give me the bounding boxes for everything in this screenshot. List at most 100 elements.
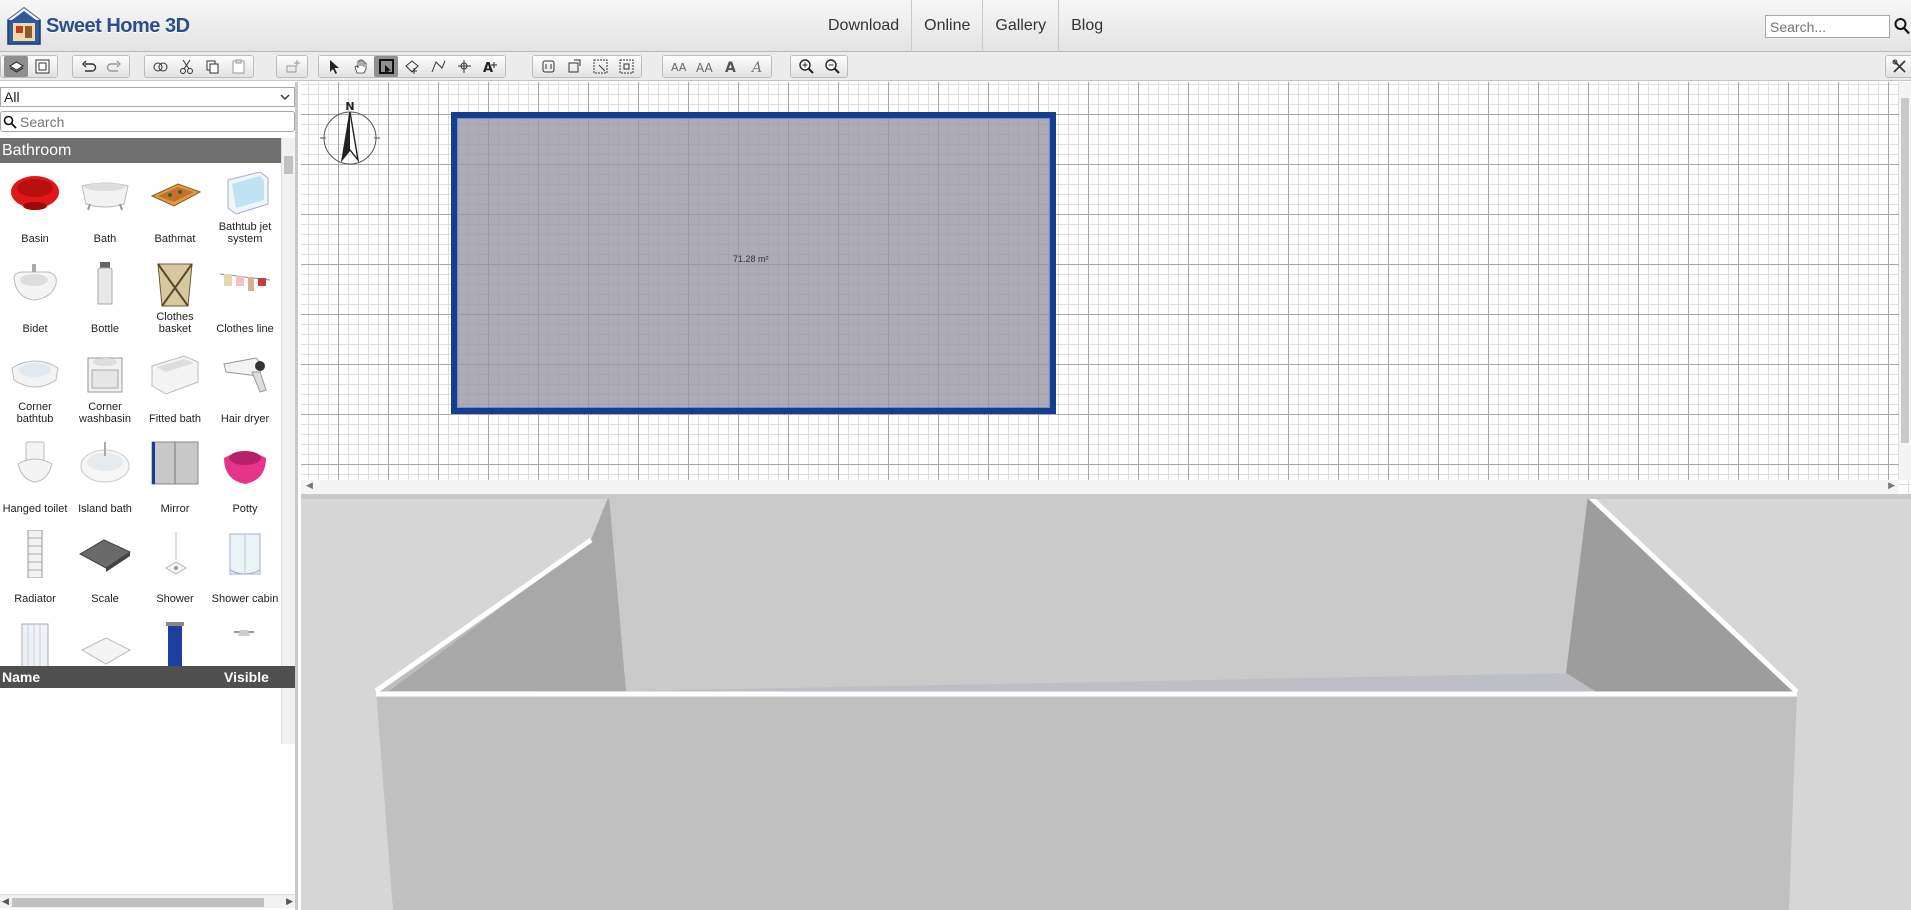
- svg-text:AA: AA: [696, 61, 713, 75]
- nav-blog[interactable]: Blog: [1059, 0, 1115, 52]
- plan-tools-group: A: [318, 55, 506, 78]
- shower-tray-icon: [80, 637, 132, 665]
- bold-text-icon[interactable]: A: [718, 56, 742, 77]
- modify-rooms-icon[interactable]: [588, 56, 612, 77]
- compass-icon[interactable]: N: [320, 100, 380, 170]
- copy-icon[interactable]: [200, 56, 224, 77]
- furniture-list-scrollbar[interactable]: ◀ ▶: [0, 894, 295, 908]
- nav-gallery[interactable]: Gallery: [983, 0, 1060, 52]
- zoom-group: [790, 55, 848, 78]
- modify-walls-icon[interactable]: [614, 56, 638, 77]
- scale-icon: [78, 539, 132, 572]
- catalog-item-clothes-basket[interactable]: Clothes basket: [140, 259, 210, 349]
- logo-text: Sweet Home 3D: [46, 14, 190, 37]
- nav-download[interactable]: Download: [816, 0, 913, 52]
- hanged-toilet-icon: [17, 441, 53, 483]
- corner-bathtub-icon: [11, 360, 59, 388]
- clothes-line-icon: [219, 273, 271, 291]
- logo[interactable]: Sweet Home 3D: [6, 4, 190, 48]
- add-furniture-icon[interactable]: [280, 56, 304, 77]
- redo-icon[interactable]: [102, 56, 126, 77]
- cut-special-icon[interactable]: [148, 56, 172, 77]
- catalog-item-corner-washbasin[interactable]: Corner washbasin: [70, 349, 140, 439]
- catalog-item-bath[interactable]: Bath: [70, 169, 140, 259]
- catalog-item-bottle[interactable]: Bottle: [70, 259, 140, 349]
- catalog-item-radiator[interactable]: Radiator: [0, 529, 70, 619]
- catalog-item-towel[interactable]: [140, 619, 210, 709]
- furniture-list-view-icon[interactable]: [30, 56, 54, 77]
- increase-text-size-icon[interactable]: AA: [692, 56, 716, 77]
- zoom-out-icon[interactable]: [820, 56, 844, 77]
- catalog-item-shower[interactable]: Shower: [140, 529, 210, 619]
- mirror-icon: [151, 441, 199, 485]
- island-bath-icon: [80, 442, 130, 483]
- preferences-icon[interactable]: [1887, 56, 1911, 77]
- column-visible[interactable]: Visible: [224, 666, 269, 688]
- catalog-item-corner-bathtub[interactable]: Corner bathtub: [0, 349, 70, 439]
- catalog-item-bathmat[interactable]: Bathmat: [140, 169, 210, 259]
- catalog-item-hair-dryer[interactable]: Hair dryer: [210, 349, 280, 439]
- category-select[interactable]: All: [0, 87, 295, 107]
- catalog-scrollbar[interactable]: [281, 138, 295, 744]
- plan-horizontal-scrollbar[interactable]: ◀ ▶: [301, 480, 1899, 494]
- italic-text-icon[interactable]: A: [744, 56, 768, 77]
- import-furniture-icon[interactable]: [536, 56, 560, 77]
- catalog-item-scale[interactable]: Scale: [70, 529, 140, 619]
- svg-text:AA: AA: [671, 61, 687, 74]
- catalog-item-shower-tray[interactable]: [70, 619, 140, 709]
- potty-icon: [224, 451, 266, 484]
- shower-icon: [165, 532, 187, 575]
- search-icon[interactable]: [1894, 17, 1910, 35]
- zoom-in-icon[interactable]: [794, 56, 818, 77]
- column-name[interactable]: Name: [2, 666, 40, 688]
- modify-group: [532, 55, 642, 78]
- decrease-text-size-icon[interactable]: AA: [666, 56, 690, 77]
- add-furniture-group: [276, 55, 308, 78]
- 3d-view[interactable]: [301, 499, 1911, 910]
- main-toolbar: A AA AA A A: [0, 52, 1911, 81]
- nav-online[interactable]: Online: [912, 0, 984, 52]
- furniture-catalog-view-icon[interactable]: [4, 56, 28, 77]
- catalog-item-bidet[interactable]: Bidet: [0, 259, 70, 349]
- bath-icon: [81, 182, 129, 211]
- catalog-item-fitted-bath[interactable]: Fitted bath: [140, 349, 210, 439]
- create-rooms-icon[interactable]: [400, 56, 424, 77]
- main-nav: Download Online Gallery Blog: [816, 0, 1115, 52]
- svg-text:A: A: [725, 60, 736, 75]
- catalog-search-input[interactable]: [0, 111, 295, 132]
- view-mode-group: [0, 55, 58, 78]
- cut-icon[interactable]: [174, 56, 198, 77]
- paste-icon[interactable]: [226, 56, 250, 77]
- create-labels-icon[interactable]: A: [478, 56, 502, 77]
- catalog-item-bathtub-jet-system[interactable]: Bathtub jet system: [210, 169, 280, 259]
- catalog-item-clothes-line[interactable]: Clothes line: [210, 259, 280, 349]
- catalog-item-shower-curtain[interactable]: [0, 619, 70, 709]
- catalog-item-shower-cabin[interactable]: Shower cabin: [210, 529, 280, 619]
- create-polylines-icon[interactable]: [426, 56, 450, 77]
- import-texture-icon[interactable]: [562, 56, 586, 77]
- plan-vertical-scrollbar[interactable]: [1899, 82, 1911, 480]
- 3d-room-render: [301, 499, 1911, 910]
- catalog-item-shower-head[interactable]: [210, 619, 280, 709]
- chevron-down-icon: [280, 94, 290, 101]
- select-icon[interactable]: [322, 56, 346, 77]
- room-area-label: 71.28 m²: [733, 254, 769, 264]
- catalog-item-hanged-toilet[interactable]: Hanged toilet: [0, 439, 70, 529]
- create-dimensions-icon[interactable]: [452, 56, 476, 77]
- fitted-bath-icon: [151, 355, 199, 395]
- site-search-input[interactable]: [1765, 15, 1890, 38]
- undo-icon[interactable]: [76, 56, 100, 77]
- shower-head-icon: [234, 630, 254, 636]
- catalog-item-potty[interactable]: Potty: [210, 439, 280, 529]
- bathtub-jet-icon: [227, 171, 269, 215]
- catalog-item-island-bath[interactable]: Island bath: [70, 439, 140, 529]
- catalog-item-basin[interactable]: Basin: [0, 169, 70, 259]
- bottle-icon: [97, 262, 113, 305]
- undo-redo-group: [72, 55, 130, 78]
- pan-icon[interactable]: [348, 56, 372, 77]
- create-walls-icon[interactable]: [374, 56, 398, 77]
- compass-north-label: N: [345, 100, 354, 113]
- preferences-group: [1885, 55, 1911, 78]
- sweet-home-logo-icon: [7, 7, 41, 45]
- catalog-item-mirror[interactable]: Mirror: [140, 439, 210, 529]
